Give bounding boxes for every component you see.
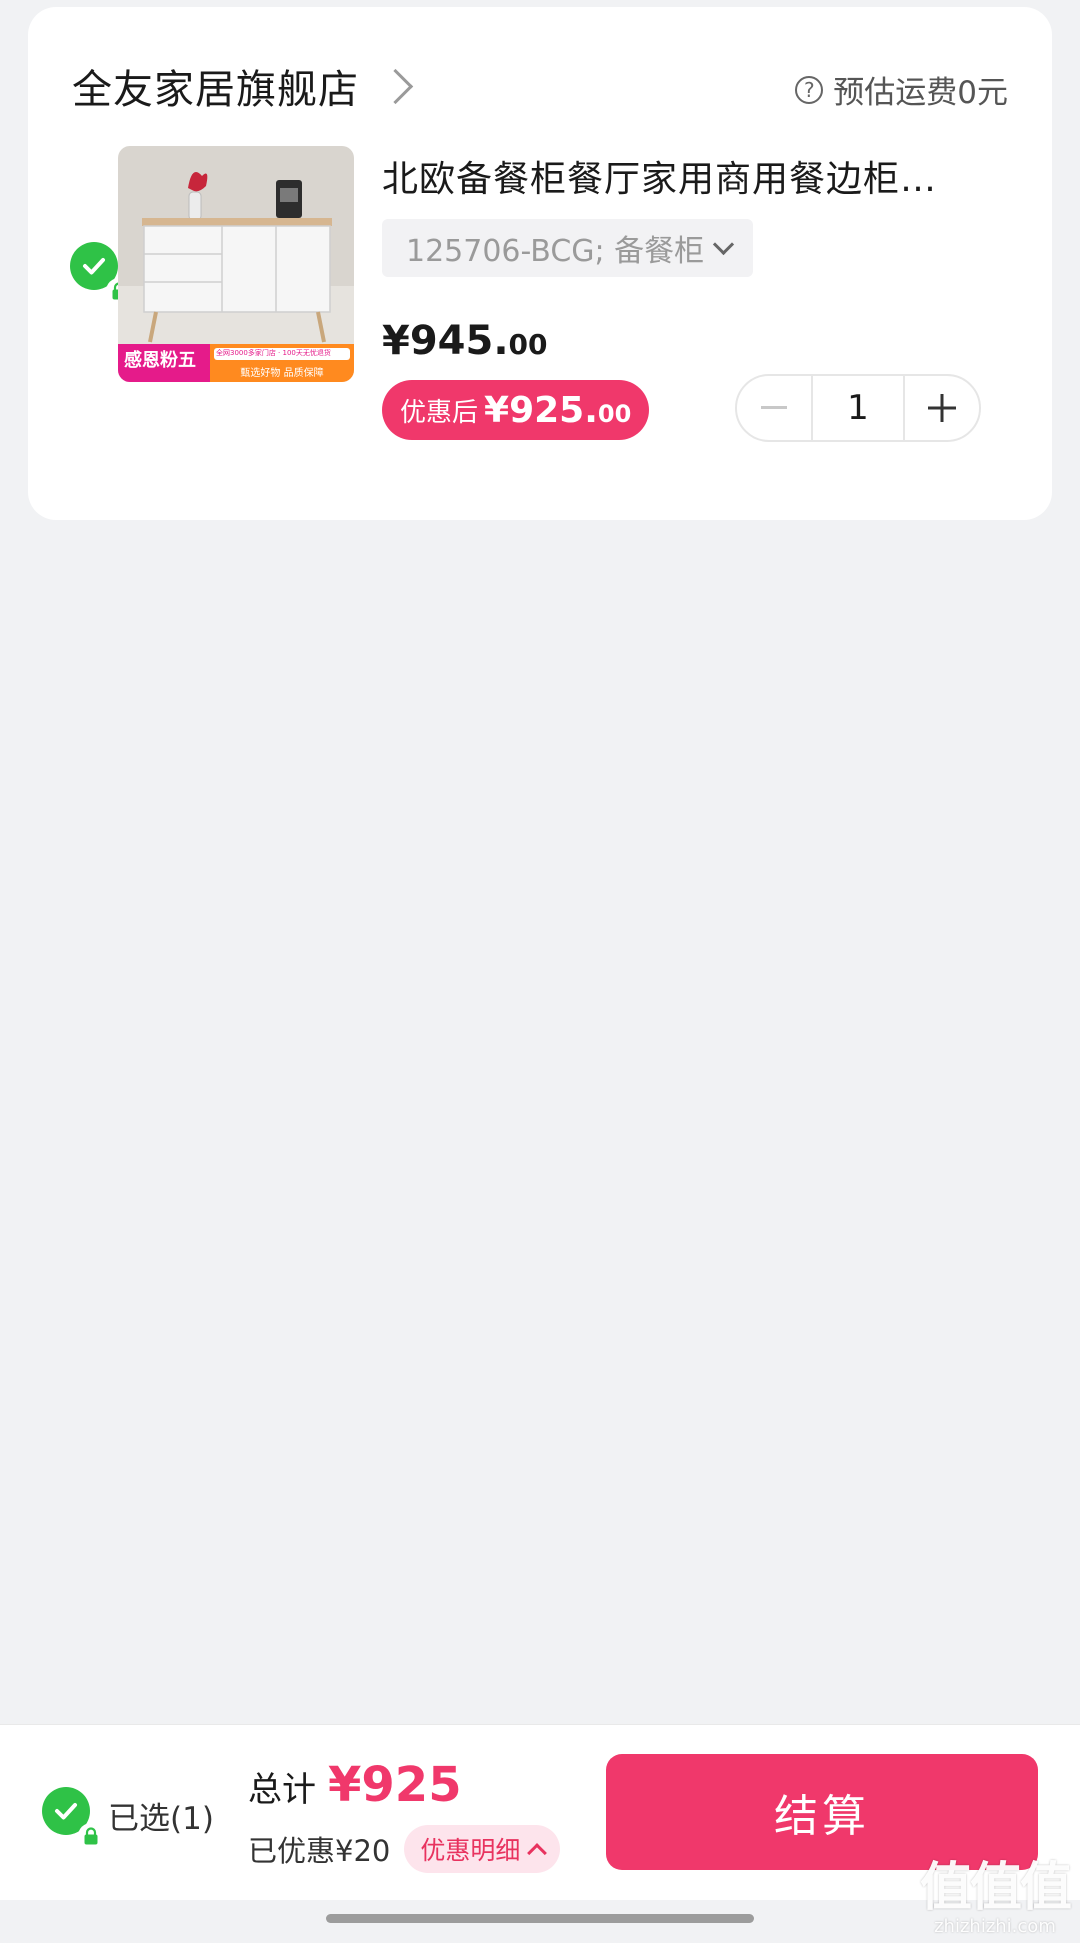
item-checkbox[interactable] (70, 242, 132, 304)
quantity-stepper: 1 (735, 374, 981, 442)
increase-button[interactable] (905, 376, 979, 440)
total-label: 总计 (248, 1770, 316, 1810)
product-title[interactable]: 北欧备餐柜餐厅家用商用餐边柜… (382, 150, 982, 202)
promo-price: ¥925. 00 (484, 390, 631, 431)
watermark-site: zhizhizhi.com (934, 1916, 1056, 1937)
banner-left-text: 感恩粉五 (124, 350, 196, 371)
promo-price-cents: 00 (597, 399, 632, 428)
discount-detail-label: 优惠明细 (420, 1836, 521, 1865)
product-image[interactable]: 感恩粉五 全网3000多家门店 · 100天无忧退货 甄选好物 品质保障 (118, 146, 354, 382)
shipping-label: 预估运费0元 (833, 75, 1008, 111)
select-all-checkbox[interactable] (42, 1787, 104, 1849)
home-indicator[interactable] (326, 1914, 754, 1923)
store-header-link[interactable]: 全友家居旗舰店 (72, 57, 414, 115)
checkout-bar: 已选(1) 总计 ¥925 已优惠¥20 优惠明细 结算 (0, 1724, 1080, 1900)
total-line: 总计 ¥925 (248, 1757, 462, 1813)
banner-right-bottom-text: 甄选好物 品质保障 (240, 368, 324, 379)
chevron-up-icon (527, 1843, 548, 1863)
saved-line: 已优惠¥20 优惠明细 (248, 1825, 561, 1873)
store-name: 全友家居旗舰店 (72, 67, 359, 113)
watermark-logo: 值值值 (919, 1858, 1072, 1918)
discount-detail-button[interactable]: 优惠明细 (404, 1825, 561, 1873)
decrease-button[interactable] (737, 376, 811, 440)
selected-count: 已选(1) (108, 1801, 214, 1837)
saved-amount: 已优惠¥20 (248, 1834, 391, 1868)
minus-icon (761, 406, 787, 409)
plus-icon (928, 394, 956, 422)
promo-label: 优惠后 (400, 397, 479, 428)
sku-label: 125706-BCG; 备餐柜 (406, 234, 705, 269)
shipping-estimate[interactable]: ? 预估运费0元 (795, 67, 1008, 112)
chevron-right-icon (377, 68, 414, 104)
sku-selector[interactable]: 125706-BCG; 备餐柜 (382, 219, 754, 277)
chevron-down-icon (713, 233, 735, 255)
promo-price-main: ¥925. (484, 389, 598, 431)
price-main: ¥945. (382, 318, 509, 364)
watermark: 值值值 zhizhizhi.com (919, 1845, 1072, 1937)
promo-price-badge: 优惠后 ¥925. 00 (382, 380, 650, 440)
price-cents: 00 (508, 328, 548, 361)
quantity-value[interactable]: 1 (811, 376, 905, 440)
lock-icon (78, 1823, 104, 1849)
help-icon: ? (795, 75, 824, 104)
product-price: ¥945. 00 (382, 318, 548, 364)
banner-right-top-text: 全网3000多家门店 · 100天无忧退货 (216, 349, 331, 357)
total-value: ¥925 (328, 1757, 462, 1813)
